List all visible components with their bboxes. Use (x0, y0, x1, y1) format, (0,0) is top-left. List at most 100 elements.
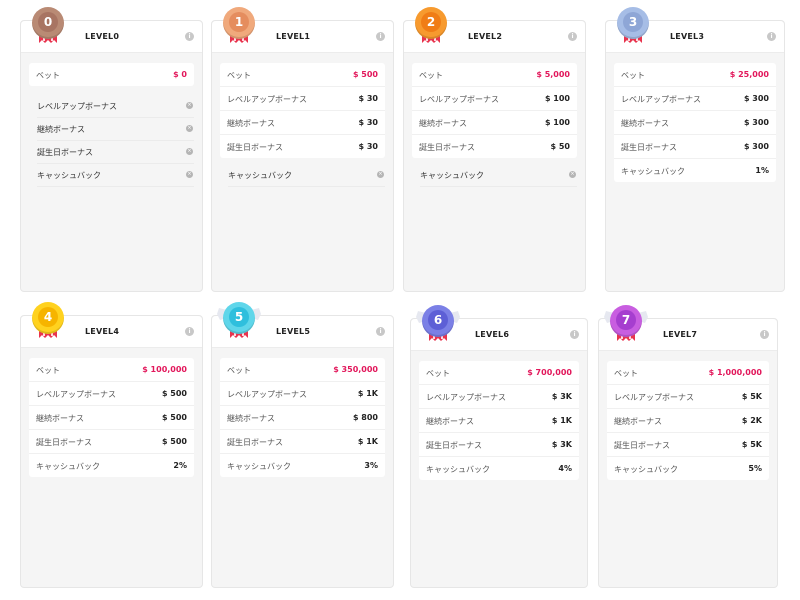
benefit-label: 誕生日ボーナス (621, 143, 677, 152)
medal-coin: 4 (32, 302, 64, 334)
info-icon[interactable]: i (376, 32, 385, 41)
benefit-label: レベルアップボーナス (419, 95, 499, 104)
benefit-row-cashback: キャッシュバック 3% (220, 454, 385, 477)
benefit-value: $ 0 (173, 70, 187, 79)
medal-coin: 5 (223, 302, 255, 334)
benefit-label: キャッシュバック (37, 171, 101, 180)
benefit-label: 継続ボーナス (227, 119, 275, 128)
benefit-label: キャッシュバック (36, 462, 100, 471)
level-title: LEVEL0 (85, 32, 120, 41)
medal-number: 3 (623, 12, 643, 32)
benefit-row-levelup: レベルアップボーナス $ 1K (220, 382, 385, 406)
info-icon[interactable]: i (376, 327, 385, 336)
level-title: LEVEL4 (85, 327, 120, 336)
benefit-value: $ 3K (551, 440, 572, 449)
benefit-row-bet: ベット $ 100,000 (29, 358, 194, 382)
benefit-label: 継続ボーナス (614, 417, 662, 426)
unavailable-icon: × (569, 171, 576, 178)
unavailable-benefit-birthday: 誕生日ボーナス × (37, 140, 194, 164)
info-icon[interactable]: i (760, 330, 769, 339)
benefit-value: $ 300 (743, 94, 769, 103)
benefit-label: 誕生日ボーナス (36, 438, 92, 447)
level-title: LEVEL6 (475, 330, 510, 339)
benefit-value: 5% (748, 464, 762, 473)
benefit-row-bet: ベット $ 0 (29, 63, 194, 86)
unavailable-benefit-cashback: キャッシュバック × (420, 163, 577, 187)
info-icon[interactable]: i (568, 32, 577, 41)
benefit-table: ベット $ 500 レベルアップボーナス $ 30 継続ボーナス $ 30 誕生日ボーナス $… (220, 63, 385, 158)
benefit-row-bet: ベット $ 1,000,000 (607, 361, 769, 385)
level-card-6: LEVEL6 i 6 ベット $ 700,000 レベルアップボーナス $ 3K 継続ボーナス… (410, 305, 588, 588)
benefit-value: $ 1K (551, 416, 572, 425)
benefit-value: $ 5K (741, 440, 762, 449)
benefit-label: レベルアップボーナス (227, 95, 307, 104)
benefit-label: 継続ボーナス (426, 417, 474, 426)
info-icon[interactable]: i (767, 32, 776, 41)
benefit-value: $ 700,000 (527, 368, 572, 377)
unavailable-icon: × (186, 102, 193, 109)
benefit-label: レベルアップボーナス (227, 390, 307, 399)
benefit-label: 継続ボーナス (227, 414, 275, 423)
info-icon[interactable]: i (570, 330, 579, 339)
level-medal-icon: 1 (222, 7, 256, 51)
benefit-label: レベルアップボーナス (621, 95, 701, 104)
benefit-row-continuation: 継続ボーナス $ 1K (419, 409, 579, 433)
benefit-row-cashback: キャッシュバック 5% (607, 457, 769, 480)
benefit-label: ベット (614, 369, 638, 378)
benefit-row-levelup: レベルアップボーナス $ 300 (614, 87, 776, 111)
info-icon[interactable]: i (185, 32, 194, 41)
benefit-value: $ 3K (551, 392, 572, 401)
benefit-row-birthday: 誕生日ボーナス $ 300 (614, 135, 776, 159)
benefit-label: ベット (419, 71, 443, 80)
benefit-value: $ 300 (743, 142, 769, 151)
benefit-row-levelup: レベルアップボーナス $ 500 (29, 382, 194, 406)
benefit-label: 継続ボーナス (419, 119, 467, 128)
benefit-row-levelup: レベルアップボーナス $ 3K (419, 385, 579, 409)
benefit-label: ベット (227, 71, 251, 80)
benefit-value: $ 1K (357, 389, 378, 398)
benefit-value: 1% (755, 166, 769, 175)
benefit-label: キャッシュバック (614, 465, 678, 474)
medal-number: 1 (229, 12, 249, 32)
benefit-row-bet: ベット $ 700,000 (419, 361, 579, 385)
benefit-row-continuation: 継続ボーナス $ 100 (412, 111, 577, 135)
benefit-value: $ 30 (358, 142, 378, 151)
benefit-row-cashback: キャッシュバック 1% (614, 159, 776, 182)
benefit-table: ベット $ 25,000 レベルアップボーナス $ 300 継続ボーナス $ 300 誕生日… (614, 63, 776, 182)
benefit-row-bet: ベット $ 500 (220, 63, 385, 87)
medal-coin: 0 (32, 7, 64, 39)
benefit-label: 誕生日ボーナス (426, 441, 482, 450)
level-card-1: LEVEL1 i 1 ベット $ 500 レベルアップボーナス $ 30 継続ボーナス $ 30… (211, 7, 394, 292)
level-medal-icon: 7 (604, 305, 648, 349)
benefit-row-birthday: 誕生日ボーナス $ 3K (419, 433, 579, 457)
level-medal-icon: 3 (616, 7, 650, 51)
benefit-row-continuation: 継続ボーナス $ 30 (220, 111, 385, 135)
benefit-value: $ 300 (743, 118, 769, 127)
benefit-value: $ 500 (161, 413, 187, 422)
level-card-7: LEVEL7 i 7 ベット $ 1,000,000 レベルアップボーナス $ 5K 継続ボー… (598, 305, 778, 588)
level-medal-icon: 0 (31, 7, 65, 51)
benefit-row-levelup: レベルアップボーナス $ 100 (412, 87, 577, 111)
benefit-value: $ 350,000 (333, 365, 378, 374)
benefit-value: $ 30 (358, 94, 378, 103)
unavailable-icon: × (186, 125, 193, 132)
benefit-value: $ 2K (741, 416, 762, 425)
medal-number: 4 (38, 307, 58, 327)
benefit-label: ベット (36, 366, 60, 375)
benefit-label: 誕生日ボーナス (419, 143, 475, 152)
benefit-row-continuation: 継続ボーナス $ 500 (29, 406, 194, 430)
medal-coin: 3 (617, 7, 649, 39)
benefit-row-birthday: 誕生日ボーナス $ 500 (29, 430, 194, 454)
benefit-label: 継続ボーナス (36, 414, 84, 423)
info-icon[interactable]: i (185, 327, 194, 336)
level-card-2: LEVEL2 i 2 ベット $ 5,000 レベルアップボーナス $ 100 継続ボーナス $… (403, 7, 586, 292)
benefit-row-bet: ベット $ 350,000 (220, 358, 385, 382)
benefit-table: ベット $ 350,000 レベルアップボーナス $ 1K 継続ボーナス $ 800 誕生日… (220, 358, 385, 477)
benefit-row-levelup: レベルアップボーナス $ 30 (220, 87, 385, 111)
medal-coin: 1 (223, 7, 255, 39)
benefit-row-bet: ベット $ 5,000 (412, 63, 577, 87)
benefit-label: レベルアップボーナス (614, 393, 694, 402)
benefit-value: $ 500 (161, 437, 187, 446)
benefit-label: 誕生日ボーナス (227, 438, 283, 447)
medal-number: 6 (428, 310, 448, 330)
